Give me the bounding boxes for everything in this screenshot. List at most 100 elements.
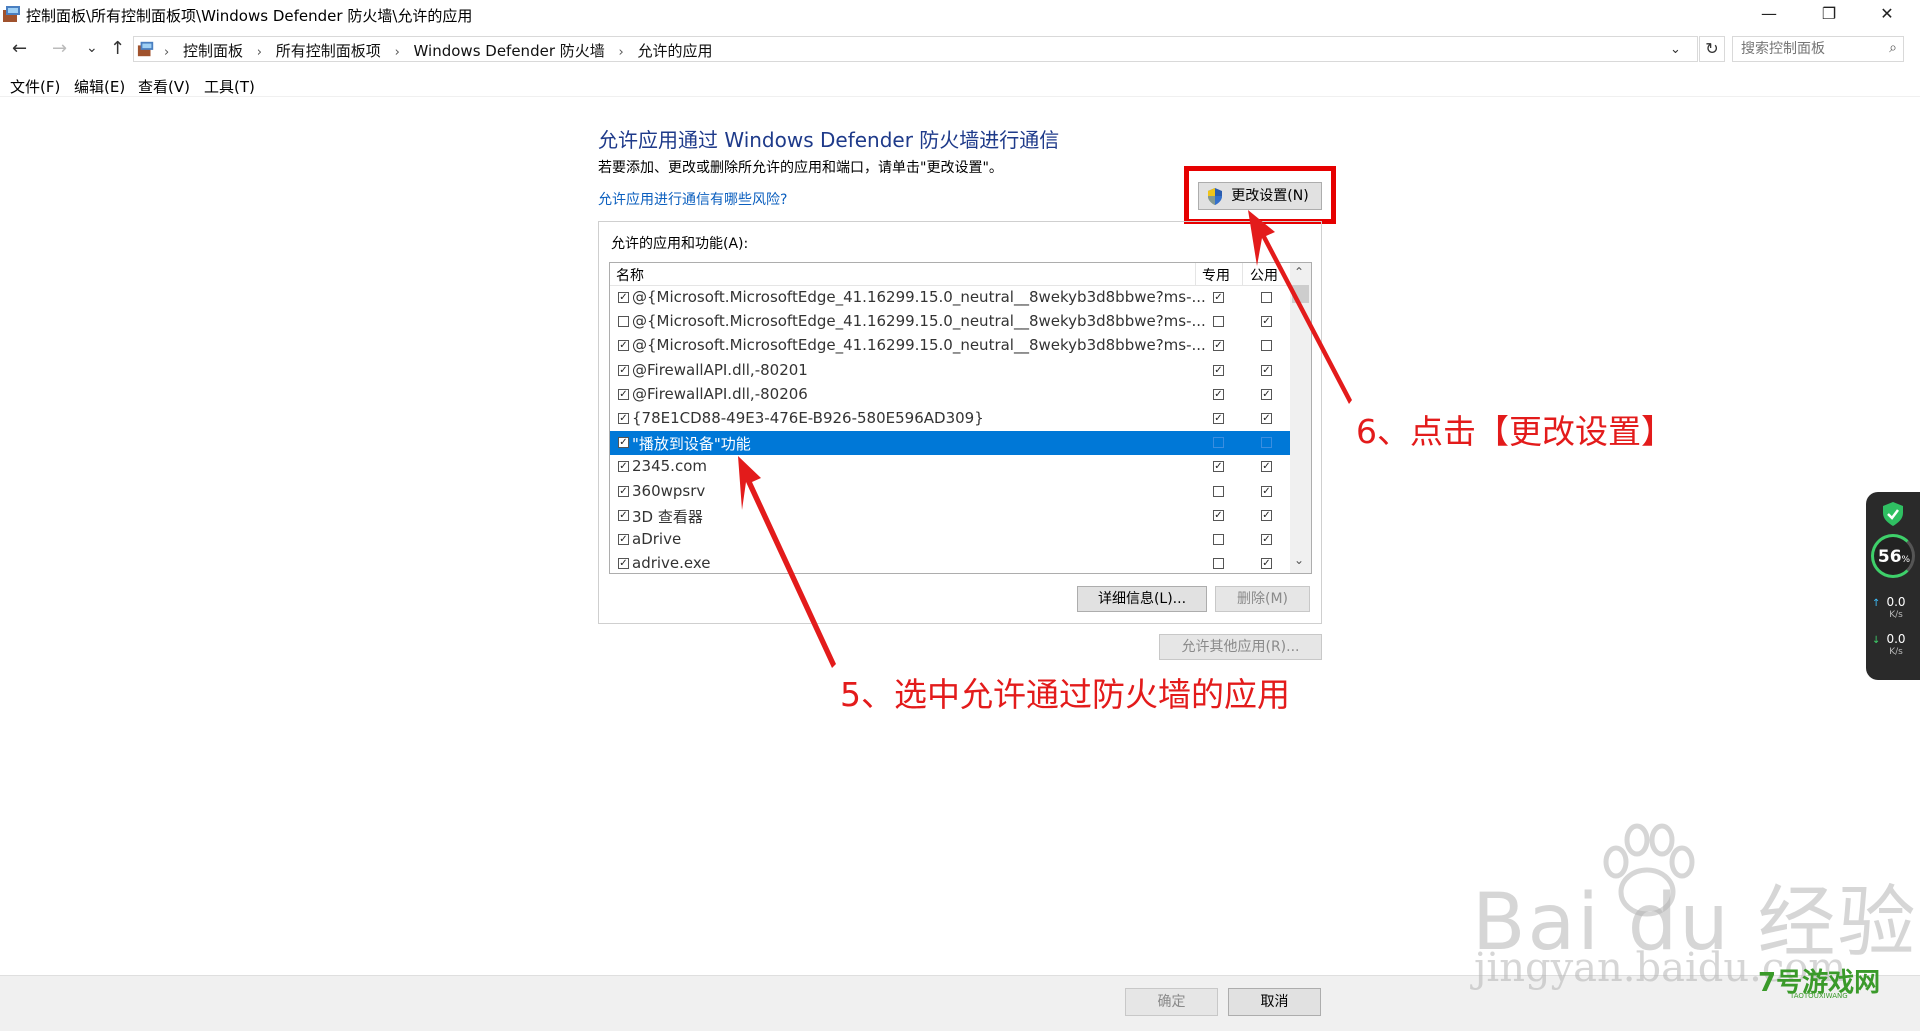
uac-shield-icon bbox=[1208, 188, 1222, 205]
details-button[interactable]: 详细信息(L)... bbox=[1077, 586, 1207, 612]
close-button[interactable]: ✕ bbox=[1858, 0, 1916, 30]
scroll-down-icon[interactable]: ⌄ bbox=[1294, 553, 1304, 567]
menu-edit[interactable]: 编辑(E) bbox=[74, 76, 125, 97]
table-row[interactable]: ✓ "播放到设备"功能 bbox=[610, 431, 1290, 456]
change-settings-button[interactable]: 更改设置(N) bbox=[1198, 182, 1322, 210]
row-enabled-checkbox[interactable]: ✓ bbox=[618, 364, 629, 376]
table-row[interactable]: @{Microsoft.MicrosoftEdge_41.16299.15.0_… bbox=[610, 310, 1290, 334]
column-divider[interactable] bbox=[1195, 263, 1196, 285]
row-private-checkbox[interactable]: ✓ bbox=[1213, 340, 1224, 352]
row-app-name: "播放到设备"功能 bbox=[632, 435, 751, 454]
column-divider[interactable] bbox=[1242, 263, 1243, 285]
row-public-checkbox[interactable]: ✓ bbox=[1261, 485, 1272, 497]
ok-button[interactable]: 确定 bbox=[1125, 988, 1218, 1016]
row-private-checkbox[interactable]: ✓ bbox=[1213, 388, 1224, 400]
menu-view[interactable]: 查看(V) bbox=[138, 76, 190, 97]
row-public-checkbox[interactable]: ✓ bbox=[1261, 413, 1272, 424]
table-row[interactable]: ✓ @{Microsoft.MicrosoftEdge_41.16299.15.0… bbox=[610, 334, 1290, 358]
row-private-checkbox[interactable] bbox=[1213, 485, 1224, 497]
table-row[interactable]: ✓ @FirewallAPI.dll,-80201 ✓ ✓ bbox=[610, 359, 1290, 383]
row-private-checkbox[interactable] bbox=[1213, 558, 1224, 570]
breadcrumb-item[interactable]: 所有控制面板项 bbox=[276, 42, 381, 60]
row-private-checkbox[interactable] bbox=[1213, 316, 1224, 328]
delete-button[interactable]: 删除(M) bbox=[1215, 586, 1310, 612]
row-private-checkbox[interactable]: ✓ bbox=[1213, 292, 1224, 303]
allow-other-app-button[interactable]: 允许其他应用(R)... bbox=[1159, 634, 1322, 660]
row-public-checkbox[interactable]: ✓ bbox=[1261, 509, 1272, 521]
row-public-checkbox[interactable]: ✓ bbox=[1261, 364, 1272, 376]
row-enabled-checkbox[interactable]: ✓ bbox=[618, 413, 629, 424]
row-private-checkbox[interactable] bbox=[1213, 534, 1224, 545]
table-row[interactable]: ✓ adrive.exe ✓ bbox=[610, 552, 1290, 573]
row-public-checkbox[interactable]: ✓ bbox=[1261, 388, 1272, 400]
row-private-checkbox[interactable]: ✓ bbox=[1213, 364, 1224, 376]
row-private-checkbox[interactable]: ✓ bbox=[1213, 509, 1224, 521]
chevron-right-icon[interactable]: › bbox=[619, 45, 624, 60]
window-title: 控制面板\所有控制面板项\Windows Defender 防火墙\允许的应用 bbox=[26, 7, 473, 25]
column-header-private[interactable]: 专用 bbox=[1202, 265, 1230, 285]
row-enabled-checkbox[interactable]: ✓ bbox=[618, 340, 629, 352]
table-row[interactable]: ✓ 2345.com ✓ ✓ bbox=[610, 455, 1290, 479]
row-public-checkbox[interactable] bbox=[1261, 340, 1272, 352]
table-row[interactable]: ✓ aDrive ✓ bbox=[610, 528, 1290, 552]
forward-button[interactable]: → bbox=[52, 38, 67, 59]
row-public-checkbox[interactable]: ✓ bbox=[1261, 316, 1272, 328]
scroll-up-icon[interactable]: ⌃ bbox=[1294, 265, 1304, 279]
row-public-checkbox[interactable]: ✓ bbox=[1261, 534, 1272, 545]
row-private-checkbox[interactable] bbox=[1213, 437, 1224, 449]
refresh-button[interactable]: ↻ bbox=[1699, 36, 1725, 62]
row-public-checkbox[interactable] bbox=[1261, 292, 1272, 303]
row-enabled-checkbox[interactable]: ✓ bbox=[618, 292, 629, 303]
column-header-public[interactable]: 公用 bbox=[1250, 265, 1278, 285]
row-enabled-checkbox[interactable]: ✓ bbox=[618, 534, 629, 545]
row-private-checkbox[interactable]: ✓ bbox=[1213, 461, 1224, 473]
chevron-right-icon[interactable]: › bbox=[395, 45, 400, 60]
row-enabled-checkbox[interactable]: ✓ bbox=[618, 461, 629, 473]
chevron-down-icon[interactable]: ⌄ bbox=[1670, 37, 1681, 63]
row-public-checkbox[interactable]: ✓ bbox=[1261, 558, 1272, 570]
menu-bar: 文件(F) 编辑(E) 查看(V) 工具(T) bbox=[0, 72, 1920, 97]
search-box[interactable]: ⌕ bbox=[1732, 36, 1904, 62]
address-row: ← → ⌄ ↑ › 控制面板 › 所有控制面板项 › Windows Defen… bbox=[0, 30, 1920, 68]
table-row[interactable]: ✓ {78E1CD88-49E3-476E-B926-580E596AD309} ✓… bbox=[610, 407, 1290, 431]
row-enabled-checkbox[interactable]: ✓ bbox=[618, 485, 629, 497]
breadcrumb-item[interactable]: Windows Defender 防火墙 bbox=[414, 42, 605, 60]
breadcrumb-item[interactable]: 控制面板 bbox=[183, 42, 243, 60]
row-enabled-checkbox[interactable]: ✓ bbox=[618, 437, 629, 449]
row-app-name: 360wpsrv bbox=[632, 481, 706, 500]
row-private-checkbox[interactable]: ✓ bbox=[1213, 413, 1224, 424]
menu-tools[interactable]: 工具(T) bbox=[204, 76, 255, 97]
cancel-button[interactable]: 取消 bbox=[1228, 988, 1321, 1016]
allowed-apps-list[interactable]: 名称 专用 公用 ✓ @{Microsoft.MicrosoftEdge_41.1… bbox=[609, 262, 1312, 574]
row-enabled-checkbox[interactable]: ✓ bbox=[618, 388, 629, 400]
back-button[interactable]: ← bbox=[12, 38, 27, 59]
row-public-checkbox[interactable]: ✓ bbox=[1261, 461, 1272, 473]
table-row[interactable]: ✓ 360wpsrv ✓ bbox=[610, 480, 1290, 504]
row-enabled-checkbox[interactable]: ✓ bbox=[618, 558, 629, 570]
vertical-scrollbar[interactable]: ⌃ ⌄ bbox=[1290, 263, 1311, 573]
row-app-name: @FirewallAPI.dll,-80206 bbox=[632, 384, 808, 403]
column-header-name[interactable]: 名称 bbox=[616, 265, 644, 285]
minimize-button[interactable]: — bbox=[1740, 0, 1798, 30]
download-speed: 0.0 bbox=[1886, 632, 1906, 646]
risk-info-link[interactable]: 允许应用进行通信有哪些风险? bbox=[598, 189, 787, 209]
search-input[interactable] bbox=[1739, 40, 1883, 58]
table-row[interactable]: ✓ 3D 查看器 ✓ ✓ bbox=[610, 504, 1290, 528]
network-speed-widget[interactable]: 56% ↑ 0.0 K/s ↓ 0.0 K/s bbox=[1866, 492, 1920, 680]
row-enabled-checkbox[interactable] bbox=[618, 316, 629, 328]
chevron-right-icon[interactable]: › bbox=[257, 45, 262, 60]
recent-locations-button[interactable]: ⌄ bbox=[86, 40, 98, 56]
up-button[interactable]: ↑ bbox=[110, 38, 125, 59]
site-watermark-sub: TAOTOUXIWANG bbox=[1790, 992, 1848, 1000]
row-public-checkbox[interactable] bbox=[1261, 437, 1272, 449]
maximize-button[interactable]: ❐ bbox=[1800, 0, 1858, 30]
page-description: 若要添加、更改或删除所允许的应用和端口，请单击"更改设置"。 bbox=[598, 160, 1003, 176]
menu-file[interactable]: 文件(F) bbox=[10, 76, 60, 97]
breadcrumb-item[interactable]: 允许的应用 bbox=[638, 42, 713, 60]
row-enabled-checkbox[interactable]: ✓ bbox=[618, 509, 629, 521]
search-icon[interactable]: ⌕ bbox=[1889, 40, 1897, 56]
table-row[interactable]: ✓ @{Microsoft.MicrosoftEdge_41.16299.15.0… bbox=[610, 286, 1290, 310]
scroll-thumb[interactable] bbox=[1292, 285, 1309, 303]
address-bar[interactable]: › 控制面板 › 所有控制面板项 › Windows Defender 防火墙 … bbox=[133, 36, 1698, 62]
table-row[interactable]: ✓ @FirewallAPI.dll,-80206 ✓ ✓ bbox=[610, 383, 1290, 407]
